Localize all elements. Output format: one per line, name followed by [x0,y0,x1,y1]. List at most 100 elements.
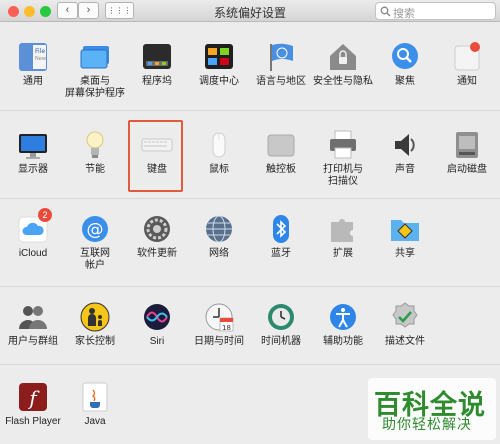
pref-sharing[interactable]: 共享 [374,212,436,260]
pref-label: 触控板 [266,164,296,175]
search-input[interactable]: 搜索 [375,2,496,20]
pref-software-update[interactable]: 软件更新 [126,212,188,260]
flag-icon [264,40,298,74]
forward-button[interactable]: › [78,2,99,19]
pref-label: 描述文件 [385,336,425,347]
pref-label: 调度中心 [199,76,239,87]
mission-control-icon [202,40,236,74]
general-icon: File New [16,40,50,74]
pref-siri[interactable]: Siri [126,300,188,348]
pref-label: 共享 [395,248,415,259]
printer-icon [326,128,360,162]
pref-label: iCloud [18,248,48,259]
pref-label: Siri [149,336,165,347]
dock-icon [140,40,174,74]
pref-displays[interactable]: 显示器 [2,128,64,176]
window-title: 系统偏好设置 [213,6,286,20]
pref-label: 扩展 [333,248,353,259]
pref-label: 声音 [395,164,415,175]
notification-icon [450,40,484,74]
checkmark-badge-icon [388,300,422,334]
pref-users-groups[interactable]: 用户与群组 [2,300,64,348]
pref-energy-saver[interactable]: 节能 [64,128,126,176]
pref-mission-control[interactable]: 调度中心 [188,40,250,88]
pref-label: 网络 [209,248,229,259]
pref-internet-accounts[interactable]: @ 互联网 帐户 [64,212,126,272]
pref-label: 节能 [85,164,105,175]
cloud-icon: 2 [16,208,52,246]
pref-label: 辅助功能 [323,336,363,347]
watermark-subtitle: 助你轻松解决 [382,416,472,432]
bulb-icon [78,128,112,162]
title-bar: ‹ › ⋮⋮⋮ 系统偏好设置 搜索 [0,0,500,22]
speaker-icon [388,128,422,162]
time-machine-icon [264,300,298,334]
badge-count: 2 [38,208,52,222]
minimize-button[interactable] [24,6,35,17]
pref-label: 打印机与 扫描仪 [323,164,363,187]
pref-label: 安全性与隐私 [313,76,373,87]
pref-accessibility[interactable]: 辅助功能 [312,300,374,348]
accessibility-icon [326,300,360,334]
pref-label: 语言与地区 [256,76,306,87]
pref-language-region[interactable]: 语言与地区 [250,40,312,88]
pref-label: 互联网 帐户 [80,248,110,271]
back-button[interactable]: ‹ [57,2,78,19]
pref-icloud[interactable]: 2 iCloud [2,208,64,260]
pref-label: 时间机器 [261,336,301,347]
pref-label: 软件更新 [137,248,177,259]
puzzle-icon [326,212,360,246]
disk-icon [450,128,484,162]
pref-mouse[interactable]: 鼠标 [188,128,250,176]
desktop-icon [78,40,112,74]
pref-label: 聚焦 [395,76,415,87]
pref-profiles[interactable]: 描述文件 [374,300,436,348]
pref-security-privacy[interactable]: 安全性与隐私 [312,40,374,88]
show-all-button[interactable]: ⋮⋮⋮ [105,2,134,19]
parental-icon [78,300,112,334]
pref-bluetooth[interactable]: 蓝牙 [250,212,312,260]
bluetooth-icon [264,212,298,246]
pref-date-time[interactable]: 18 日期与时间 [188,300,250,348]
calendar-clock-icon: 18 [202,300,236,334]
users-icon [16,300,50,334]
pref-label: 显示器 [18,164,48,175]
pref-extensions[interactable]: 扩展 [312,212,374,260]
close-button[interactable] [8,6,19,17]
pref-flash-player[interactable]: f Flash Player [2,380,64,428]
pref-label: 用户与群组 [8,336,58,347]
zoom-button[interactable] [40,6,51,17]
pref-trackpad[interactable]: 触控板 [250,128,312,176]
pref-dock[interactable]: 程序坞 [126,40,188,88]
gear-icon [140,212,174,246]
pref-label: 家长控制 [75,336,115,347]
at-icon: @ [78,212,112,246]
display-icon [16,128,50,162]
pref-java[interactable]: Java [64,380,126,428]
pref-time-machine[interactable]: 时间机器 [250,300,312,348]
mouse-icon [202,128,236,162]
search-icon [380,6,391,17]
house-lock-icon [326,40,360,74]
pref-label: Flash Player [5,416,61,427]
siri-icon [140,300,174,334]
search-placeholder: 搜索 [393,8,415,20]
pref-parental-controls[interactable]: 家长控制 [64,300,126,348]
pref-sound[interactable]: 声音 [374,128,436,176]
pref-label: 通知 [457,76,477,87]
flash-icon: f [16,380,50,414]
pref-startup-disk[interactable]: 启动磁盘 [436,128,498,176]
pref-label: 蓝牙 [271,248,291,259]
pref-desktop-screensaver[interactable]: 桌面与 屏幕保护程序 [64,40,126,100]
svg-text:@: @ [87,220,104,240]
folder-sign-icon [388,212,422,246]
pref-label: 日期与时间 [194,336,244,347]
pref-general[interactable]: File New 通用 [2,40,64,88]
pref-label: 桌面与 屏幕保护程序 [65,76,125,99]
pref-label: 鼠标 [209,164,229,175]
pref-notifications[interactable]: 通知 [436,40,498,88]
keyboard-highlight-box [128,120,183,192]
pref-spotlight[interactable]: 聚焦 [374,40,436,88]
pref-printers-scanners[interactable]: 打印机与 扫描仪 [312,128,374,188]
pref-network[interactable]: 网络 [188,212,250,260]
